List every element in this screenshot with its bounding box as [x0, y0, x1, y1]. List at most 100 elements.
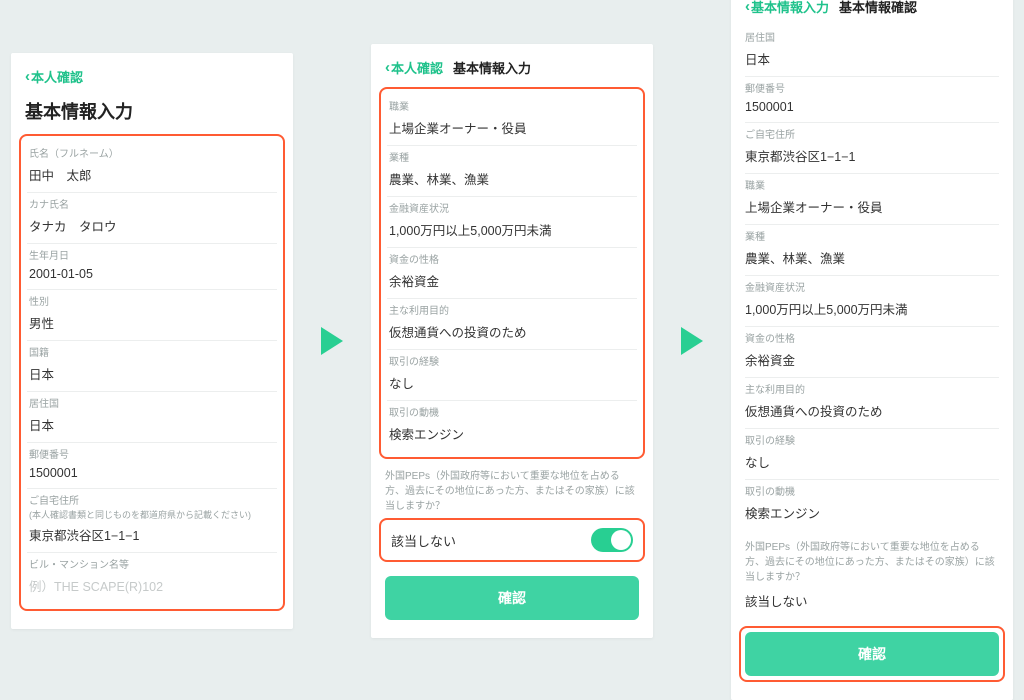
field-value[interactable]: 検索エンジン: [389, 424, 635, 443]
field-value[interactable]: 仮想通貨への投資のため: [389, 322, 635, 341]
form-field[interactable]: 取引の動機検索エンジン: [387, 401, 637, 451]
pep-toggle[interactable]: [591, 528, 633, 552]
chevron-left-icon: ‹: [25, 68, 30, 85]
field-label: 取引の経験: [745, 435, 999, 449]
form-field[interactable]: 氏名（フルネーム） 田中 太郎: [27, 142, 277, 193]
form-field[interactable]: 居住国日本: [27, 392, 277, 443]
field-label: 金融資産状況: [745, 282, 999, 296]
field-value: なし: [745, 452, 999, 471]
field-value[interactable]: 男性: [29, 313, 275, 332]
field-label: 国籍: [29, 347, 275, 361]
field-value: 上場企業オーナー・役員: [745, 197, 999, 216]
field-sublabel: (本人確認書類と同じものを都道府県から記載ください): [29, 509, 275, 522]
form-field[interactable]: 郵便番号 1500001: [27, 443, 277, 489]
chevron-left-icon: ‹: [385, 59, 390, 76]
form-highlight: 職業上場企業オーナー・役員業種農業、林業、漁業金融資産状況 1,000万円以上5,…: [379, 87, 645, 459]
field-label: 金融資産状況: [389, 203, 635, 217]
field-label: ご自宅住所(本人確認書類と同じものを都道府県から記載ください): [29, 495, 275, 522]
field-placeholder[interactable]: 例）THE SCAPE(R)102: [29, 576, 275, 595]
field-value: 1500001: [745, 100, 999, 114]
screen-basic-info-input-1: ‹ 本人確認 基本情報入力 氏名（フルネーム） 田中 太郎カナ氏名タナカ タロウ生…: [11, 53, 293, 629]
page-title: 基本情報入力: [11, 96, 293, 134]
field-value[interactable]: なし: [389, 373, 635, 392]
field-label: 郵便番号: [745, 83, 999, 97]
form-field[interactable]: ビル・マンション名等例）THE SCAPE(R)102: [27, 553, 277, 603]
form-field: 金融資産状況1,000万円以上5,000万円未満: [745, 276, 999, 327]
field-value: 農業、林業、漁業: [745, 248, 999, 267]
field-value[interactable]: 農業、林業、漁業: [389, 169, 635, 188]
header: ‹ 本人確認 基本情報入力: [371, 54, 653, 87]
field-label: 居住国: [745, 32, 999, 46]
field-value[interactable]: 日本: [29, 364, 275, 383]
back-label: 基本情報入力: [751, 0, 829, 16]
pep-toggle-row: 該当しない: [387, 520, 637, 560]
field-value[interactable]: 東京都渋谷区1−1−1: [29, 525, 275, 544]
form-field: 居住国日本: [745, 26, 999, 77]
form-field[interactable]: 業種農業、林業、漁業: [387, 146, 637, 197]
field-label: ビル・マンション名等: [29, 559, 275, 573]
field-value[interactable]: 2001-01-05: [29, 267, 275, 281]
back-button[interactable]: ‹ 本人確認: [25, 67, 83, 86]
field-label: ご自宅住所: [745, 129, 999, 143]
field-label: 資金の性格: [745, 333, 999, 347]
screen-basic-info-confirm: ‹ 基本情報入力 基本情報確認 居住国日本郵便番号 1500001 ご自宅住所東京都…: [731, 0, 1013, 700]
field-label: 主な利用目的: [745, 384, 999, 398]
back-label: 本人確認: [31, 67, 83, 86]
field-label: 生年月日: [29, 250, 275, 264]
field-label: 氏名（フルネーム）: [29, 148, 275, 162]
field-value: 検索エンジン: [745, 503, 999, 522]
confirm-button[interactable]: 確認: [745, 632, 999, 676]
form-field[interactable]: 性別男性: [27, 290, 277, 341]
field-label: 主な利用目的: [389, 305, 635, 319]
back-button[interactable]: ‹ 本人確認: [385, 58, 443, 77]
header-title: 基本情報入力: [453, 58, 531, 77]
field-value[interactable]: 日本: [29, 415, 275, 434]
form-field: 郵便番号 1500001: [745, 77, 999, 123]
header: ‹ 本人確認: [11, 63, 293, 96]
form-field: 業種農業、林業、漁業: [745, 225, 999, 276]
form-field: 取引の動機検索エンジン: [745, 480, 999, 530]
field-value: 日本: [745, 49, 999, 68]
form-field[interactable]: ご自宅住所(本人確認書類と同じものを都道府県から記載ください) 東京都渋谷区1−1…: [27, 489, 277, 553]
field-label: 性別: [29, 296, 275, 310]
field-value[interactable]: 1,000万円以上5,000万円未満: [389, 220, 635, 239]
form-highlight: 氏名（フルネーム） 田中 太郎カナ氏名タナカ タロウ生年月日 2001-01-05 性…: [19, 134, 285, 611]
field-value[interactable]: 田中 太郎: [29, 165, 275, 184]
screen-basic-info-input-2: ‹ 本人確認 基本情報入力 職業上場企業オーナー・役員業種農業、林業、漁業金融資…: [371, 44, 653, 638]
form-field: 職業上場企業オーナー・役員: [745, 174, 999, 225]
field-value[interactable]: 余裕資金: [389, 271, 635, 290]
field-label: 職業: [389, 101, 635, 115]
pep-toggle-label: 該当しない: [391, 531, 456, 550]
field-label: 居住国: [29, 398, 275, 412]
chevron-left-icon: ‹: [745, 0, 750, 15]
back-button[interactable]: ‹ 基本情報入力: [745, 0, 829, 16]
field-value: 東京都渋谷区1−1−1: [745, 146, 999, 165]
field-label: 業種: [745, 231, 999, 245]
form-field: ご自宅住所東京都渋谷区1−1−1: [745, 123, 999, 174]
header: ‹ 基本情報入力 基本情報確認: [731, 0, 1013, 26]
form-field[interactable]: 資金の性格余裕資金: [387, 248, 637, 299]
field-label: 取引の経験: [389, 356, 635, 370]
form-field[interactable]: カナ氏名タナカ タロウ: [27, 193, 277, 244]
field-label: 職業: [745, 180, 999, 194]
field-value[interactable]: 上場企業オーナー・役員: [389, 118, 635, 137]
form-field[interactable]: 取引の経験なし: [387, 350, 637, 401]
form-field[interactable]: 生年月日 2001-01-05: [27, 244, 277, 290]
form-field[interactable]: 国籍日本: [27, 341, 277, 392]
field-label: 取引の動機: [389, 407, 635, 421]
flow-arrow-icon: [681, 327, 703, 355]
field-label: カナ氏名: [29, 199, 275, 213]
field-label: 取引の動機: [745, 486, 999, 500]
confirm-button[interactable]: 確認: [385, 576, 639, 620]
toggle-highlight: 該当しない: [379, 518, 645, 562]
field-value: 余裕資金: [745, 350, 999, 369]
form-field[interactable]: 主な利用目的仮想通貨への投資のため: [387, 299, 637, 350]
field-label: 資金の性格: [389, 254, 635, 268]
field-value[interactable]: タナカ タロウ: [29, 216, 275, 235]
field-value[interactable]: 1500001: [29, 466, 275, 480]
form-field[interactable]: 職業上場企業オーナー・役員: [387, 95, 637, 146]
form-field: 主な利用目的仮想通貨への投資のため: [745, 378, 999, 429]
form-field[interactable]: 金融資産状況 1,000万円以上5,000万円未満: [387, 197, 637, 248]
pep-value: 該当しない: [731, 589, 1013, 616]
field-label: 郵便番号: [29, 449, 275, 463]
